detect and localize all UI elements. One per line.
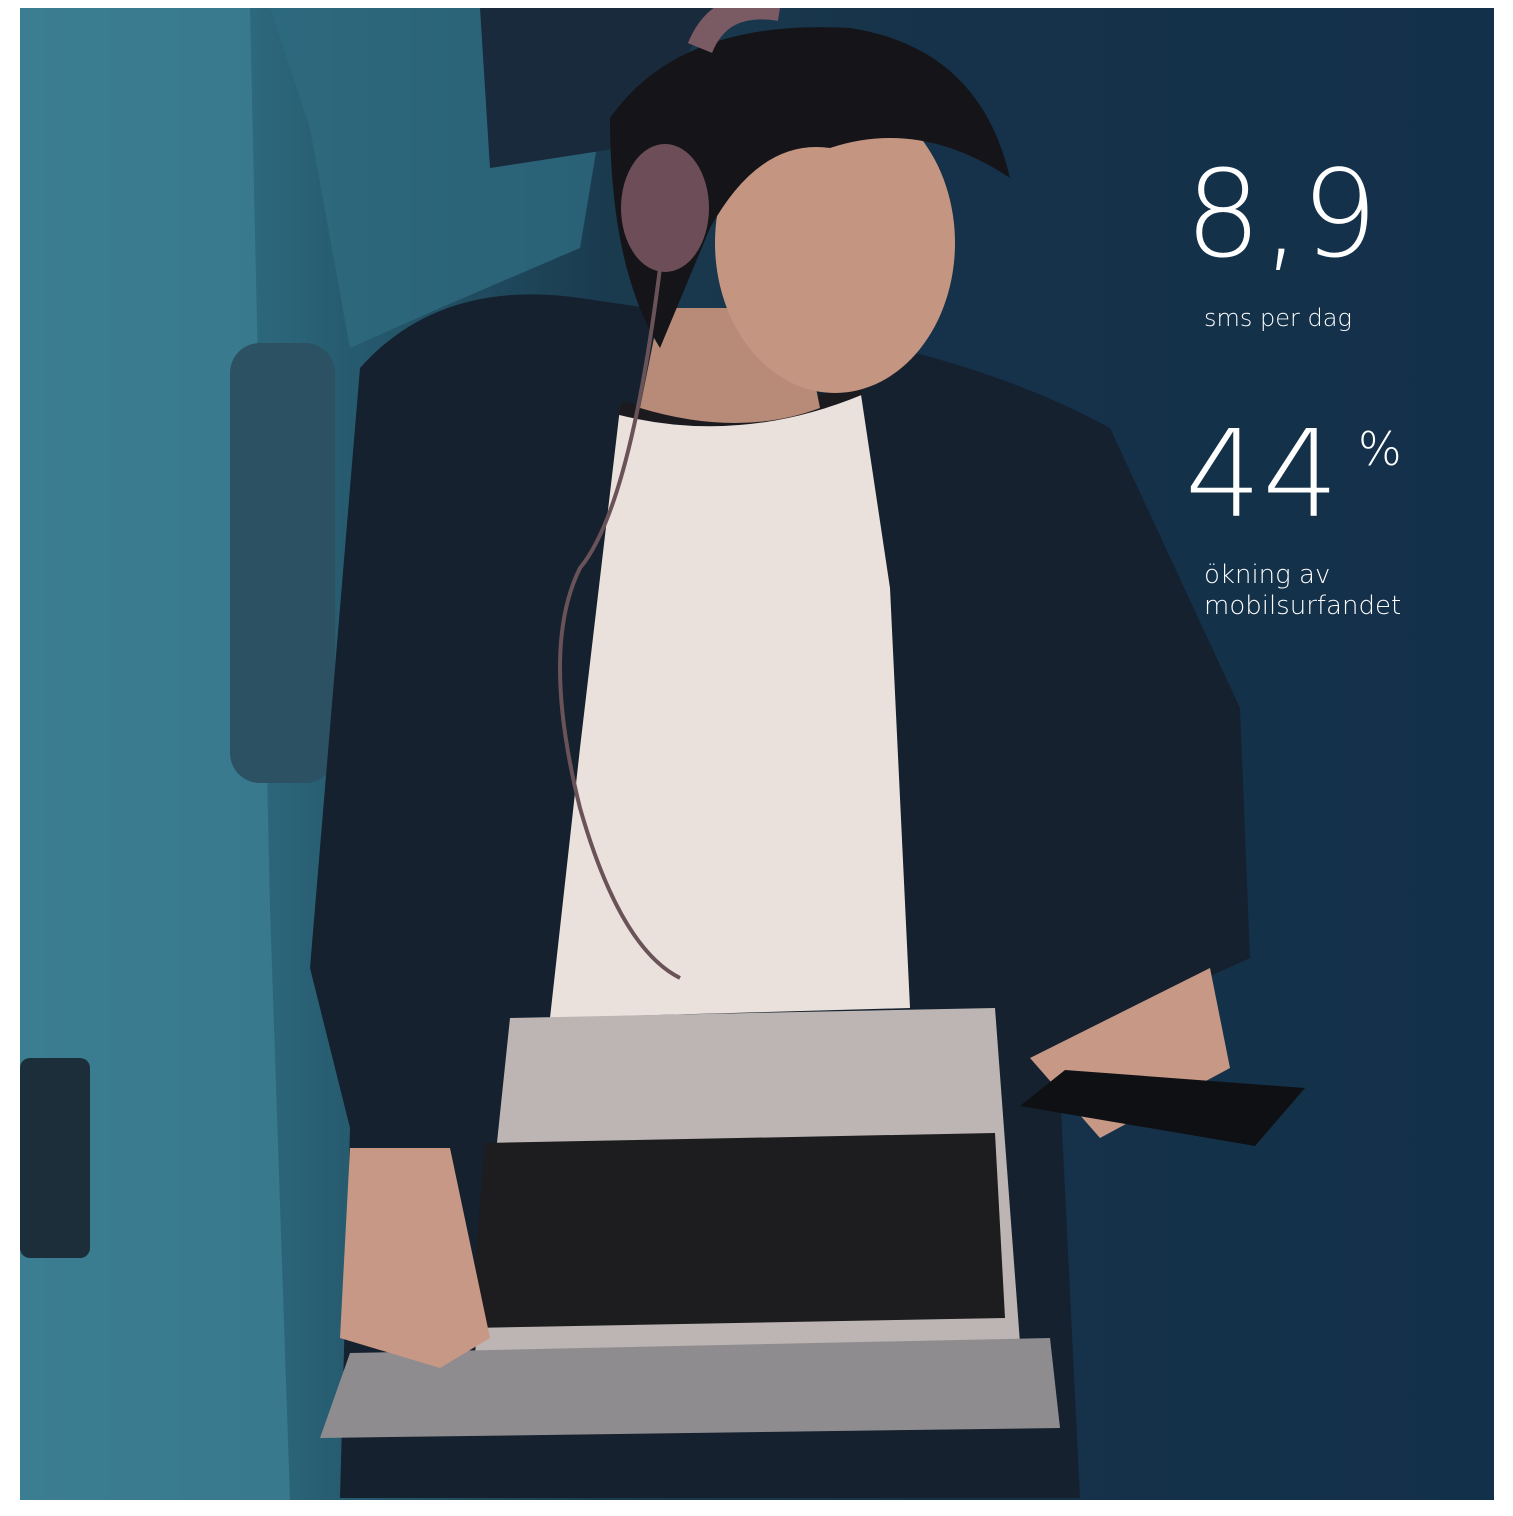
headphone-cup xyxy=(621,144,709,272)
photo-woman-with-laptop-on-train: 8,9 sms per dag 44 % ökning av mobilsurf… xyxy=(20,8,1494,1500)
smartphone xyxy=(1020,1070,1305,1146)
phone-on-seat xyxy=(20,1058,90,1258)
growth-value: 44 xyxy=(1185,406,1340,545)
growth-label-line1: ökning av xyxy=(1204,560,1331,590)
sms-label: sms per dag xyxy=(1204,304,1352,332)
laptop-keyboard xyxy=(470,1133,1005,1328)
sms-value: 8,9 xyxy=(1185,146,1379,285)
growth-label: ökning av mobilsurfandet xyxy=(1204,560,1484,622)
growth-unit: % xyxy=(1358,422,1402,476)
growth-label-line2: mobilsurfandet xyxy=(1204,591,1402,622)
armrest xyxy=(230,343,335,783)
